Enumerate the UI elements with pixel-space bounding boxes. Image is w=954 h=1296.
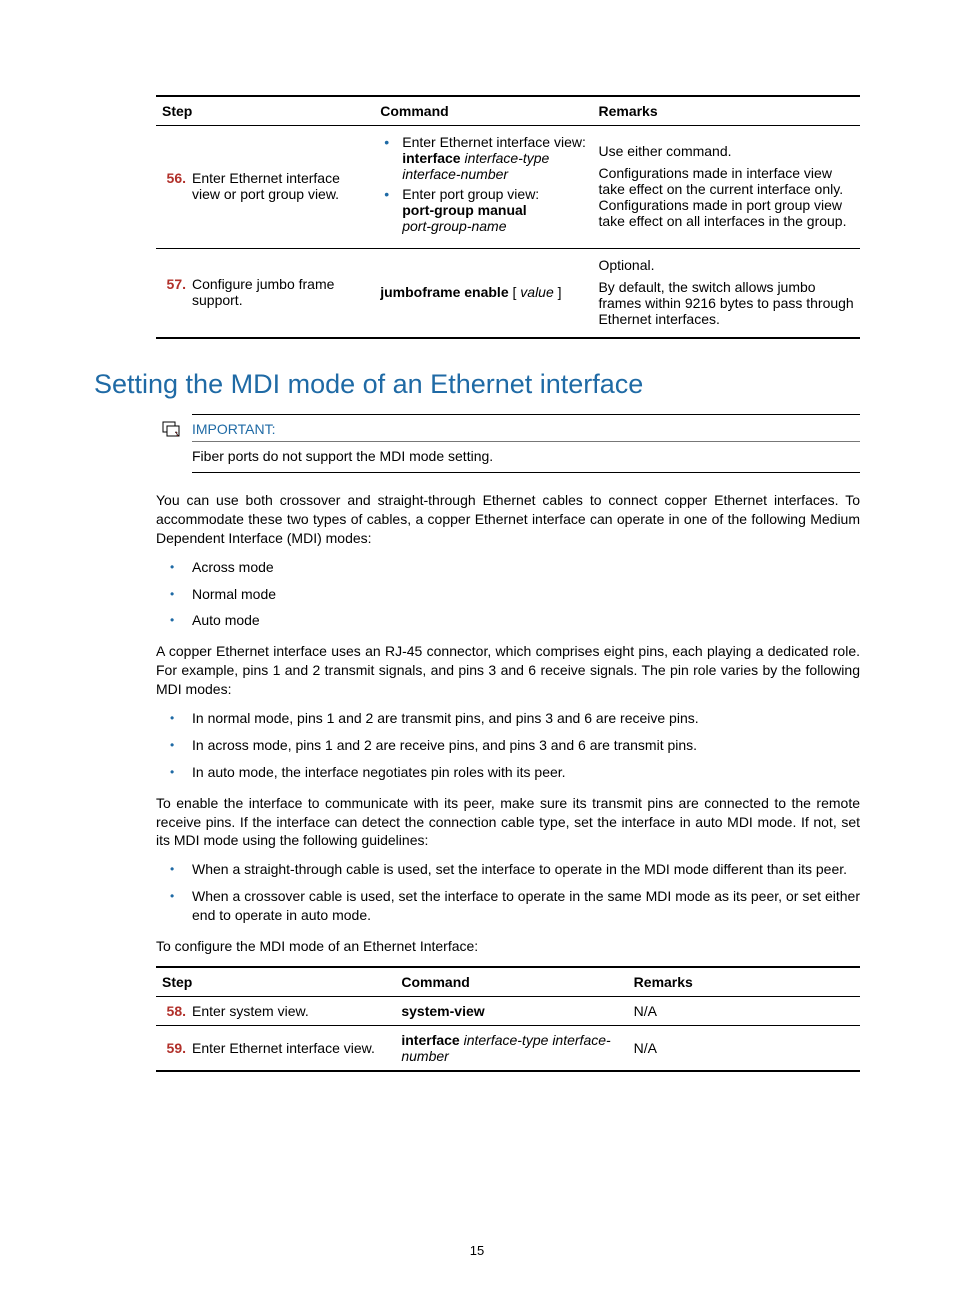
cmd-bold: jumboframe enable (380, 284, 508, 300)
cmd-bracket-l: [ (509, 284, 521, 300)
step-number: 58. (162, 1003, 192, 1019)
command-list: Enter Ethernet interface view: interface… (380, 134, 586, 234)
list-item: Normal mode (192, 585, 860, 604)
remarks-p1: Use either command. (598, 143, 854, 159)
table-row: 57. Configure jumbo frame support. jumbo… (156, 249, 860, 339)
cmd-bold: port-group manual (402, 202, 526, 218)
list-item: Enter Ethernet interface view: interface… (398, 134, 586, 182)
cmd-ital: port-group-name (402, 218, 506, 234)
list-item: In across mode, pins 1 and 2 are receive… (192, 736, 860, 755)
guideline-list: When a straight-through cable is used, s… (156, 860, 860, 925)
paragraph: A copper Ethernet interface uses an RJ-4… (156, 642, 860, 699)
list-item: In auto mode, the interface negotiates p… (192, 763, 860, 782)
remarks-p2: By default, the switch allows jumbo fram… (598, 279, 854, 327)
list-item: Across mode (192, 558, 860, 577)
paragraph: To enable the interface to communicate w… (156, 794, 860, 851)
th-remarks: Remarks (592, 96, 860, 126)
cmd-intro: Enter Ethernet interface view: (402, 134, 586, 150)
cmd-bold: interface (402, 150, 460, 166)
top-table-wrap: Step Command Remarks 56. Enter Ethernet … (94, 95, 860, 339)
step-text: Enter system view. (192, 1003, 389, 1019)
remarks-p1: Optional. (598, 257, 854, 273)
table-row: 59. Enter Ethernet interface view. inter… (156, 1025, 860, 1071)
step-text: Enter Ethernet interface view or port gr… (192, 170, 368, 202)
mode-list: Across mode Normal mode Auto mode (156, 558, 860, 631)
remarks-p2: Configurations made in interface view ta… (598, 165, 854, 229)
command-table-bottom: Step Command Remarks 58. Enter system vi… (156, 966, 860, 1072)
paragraph: To configure the MDI mode of an Ethernet… (156, 937, 860, 956)
cmd-ital: value (520, 284, 553, 300)
cmd-bold: interface (401, 1032, 459, 1048)
important-block: IMPORTANT: Fiber ports do not support th… (192, 414, 860, 473)
command-table-top: Step Command Remarks 56. Enter Ethernet … (156, 95, 860, 339)
step-number: 57. (162, 276, 192, 308)
th-remarks: Remarks (628, 967, 860, 997)
important-title: IMPORTANT: (192, 421, 860, 442)
cmd-intro: Enter port group view: (402, 186, 539, 202)
important-body: Fiber ports do not support the MDI mode … (192, 448, 860, 464)
list-item: In normal mode, pins 1 and 2 are transmi… (192, 709, 860, 728)
remarks: N/A (628, 996, 860, 1025)
page-number: 15 (0, 1243, 954, 1258)
step-text: Configure jumbo frame support. (192, 276, 368, 308)
th-step: Step (156, 967, 395, 997)
step-number: 56. (162, 170, 192, 202)
th-command: Command (395, 967, 627, 997)
table-row: 58. Enter system view. system-view N/A (156, 996, 860, 1025)
paragraph: You can use both crossover and straight-… (156, 491, 860, 548)
remarks: N/A (628, 1025, 860, 1071)
cmd-bold: system-view (401, 1003, 484, 1019)
step-text: Enter Ethernet interface view. (192, 1040, 389, 1056)
cmd-bracket-r: ] (554, 284, 562, 300)
th-step: Step (156, 96, 374, 126)
list-item: When a straight-through cable is used, s… (192, 860, 860, 879)
table-row: 56. Enter Ethernet interface view or por… (156, 126, 860, 249)
pin-mode-list: In normal mode, pins 1 and 2 are transmi… (156, 709, 860, 782)
step-number: 59. (162, 1040, 192, 1056)
list-item: When a crossover cable is used, set the … (192, 887, 860, 925)
document-page: Step Command Remarks 56. Enter Ethernet … (0, 0, 954, 1296)
section-heading: Setting the MDI mode of an Ethernet inte… (94, 369, 860, 400)
list-item: Enter port group view: port-group manual… (398, 186, 586, 234)
list-item: Auto mode (192, 611, 860, 630)
th-command: Command (374, 96, 592, 126)
important-icon (162, 421, 182, 437)
